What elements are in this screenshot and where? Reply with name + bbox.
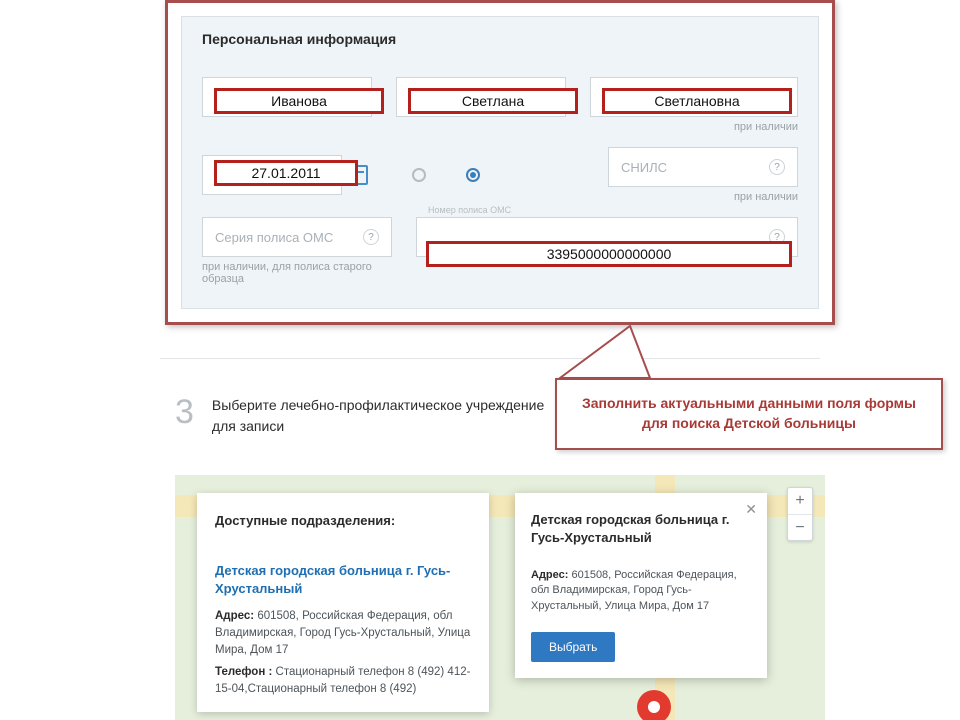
- snils-placeholder: СНИЛС: [621, 160, 667, 175]
- annotation-patronymic: Светлановна: [602, 88, 792, 114]
- clinic-phone: Телефон : Стационарный телефон 8 (492) 4…: [215, 664, 471, 697]
- map-marker-icon[interactable]: [637, 690, 671, 720]
- subdivisions-panel: Доступные подразделения: Детская городск…: [197, 493, 489, 712]
- patronymic-hint: при наличии: [590, 121, 798, 133]
- annotation-dob: 27.01.2011: [214, 160, 358, 186]
- close-icon[interactable]: ✕: [745, 501, 757, 518]
- oms-series-field[interactable]: Серия полиса ОМС ?: [202, 217, 392, 257]
- annotation-name: Светлана: [408, 88, 578, 114]
- popup-address: Адрес: 601508, Российская Федерация, обл…: [531, 568, 751, 614]
- section-divider: [160, 358, 820, 359]
- phone-label: Телефон :: [215, 666, 272, 678]
- clinic-address: Адрес: 601508, Российская Федерация, обл…: [215, 608, 471, 658]
- male-icon: [436, 162, 456, 188]
- annotation-surname: Иванова: [214, 88, 384, 114]
- snils-hint: при наличии: [608, 191, 798, 203]
- popup-title: Детская городская больница г. Гусь-Хруст…: [531, 511, 751, 546]
- personal-info-annotation-frame: Персональная информация при наличии: [165, 0, 835, 325]
- oms-number-label: Номер полиса ОМС: [428, 205, 511, 215]
- oms-series-hint: при наличии, для полиса старого образца: [202, 261, 392, 285]
- zoom-out-button[interactable]: −: [788, 514, 812, 540]
- annotation-oms-number: 3395000000000000: [426, 241, 792, 267]
- facility-map[interactable]: + − Доступные подразделения: Детская гор…: [175, 475, 825, 720]
- gender-male-radio[interactable]: [412, 168, 426, 182]
- subdivisions-title: Доступные подразделения:: [215, 513, 471, 528]
- address-label: Адрес:: [531, 569, 568, 581]
- step-number: 3: [175, 395, 194, 429]
- address-value: 601508, Российская Федерация, обл Владим…: [215, 610, 470, 655]
- facility-popup: ✕ Детская городская больница г. Гусь-Хру…: [515, 493, 767, 678]
- select-button[interactable]: Выбрать: [531, 632, 615, 662]
- panel-title: Персональная информация: [202, 31, 798, 47]
- oms-series-placeholder: Серия полиса ОМС: [215, 230, 333, 245]
- instruction-callout: Заполнить актуальными данными поля формы…: [555, 378, 943, 450]
- help-icon[interactable]: ?: [769, 159, 785, 175]
- help-icon[interactable]: ?: [363, 229, 379, 245]
- zoom-control: + −: [787, 487, 813, 541]
- snils-field[interactable]: СНИЛС ?: [608, 147, 798, 187]
- female-icon: [490, 162, 510, 188]
- gender-group: [412, 162, 510, 188]
- zoom-in-button[interactable]: +: [788, 488, 812, 514]
- address-label: Адрес:: [215, 610, 254, 622]
- gender-female-radio[interactable]: [466, 168, 480, 182]
- clinic-link[interactable]: Детская городская больница г. Гусь-Хруст…: [215, 562, 471, 598]
- callout-text: Заполнить актуальными данными поля формы…: [569, 394, 929, 433]
- step-3-header: 3 Выберите лечебно-профилактическое учре…: [175, 395, 572, 437]
- step-text: Выберите лечебно-профилактическое учрежд…: [212, 395, 572, 437]
